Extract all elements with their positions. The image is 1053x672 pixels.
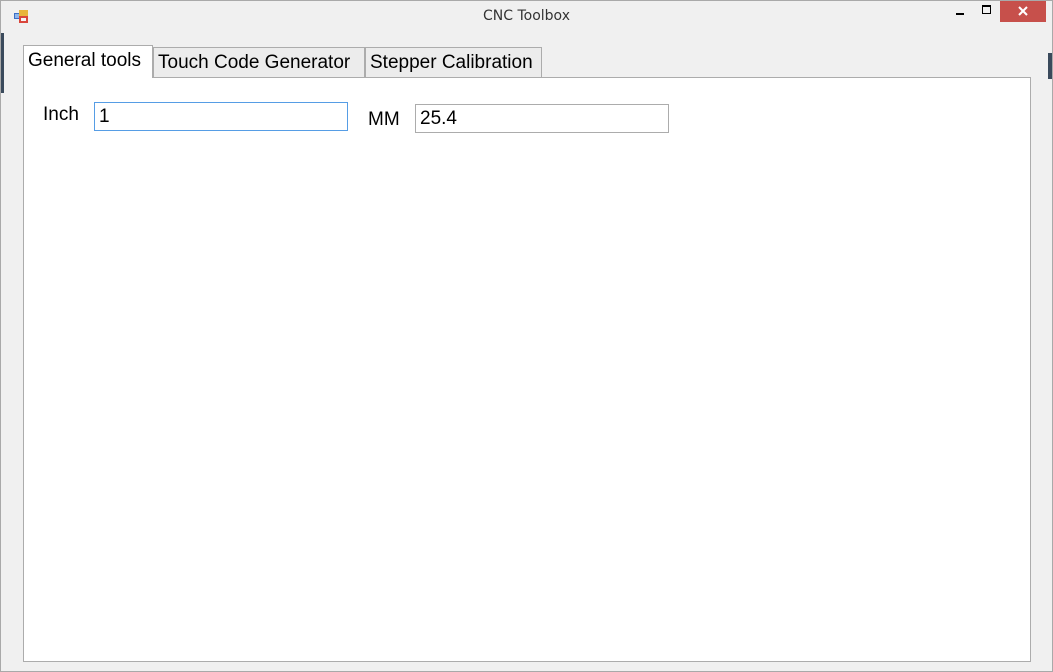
maximize-icon bbox=[981, 5, 991, 14]
client-area: General tools Touch Code Generator Stepp… bbox=[9, 32, 1045, 665]
close-icon bbox=[1018, 5, 1028, 16]
mm-input[interactable]: 25.4 bbox=[415, 104, 669, 133]
general-tools-panel: Inch 1 MM 25.4 bbox=[23, 77, 1031, 662]
close-button[interactable] bbox=[1000, 1, 1046, 22]
desktop-background bbox=[1048, 53, 1052, 79]
maximize-button[interactable] bbox=[973, 1, 999, 22]
inch-input[interactable]: 1 bbox=[94, 102, 348, 131]
tab-stepper-calibration[interactable]: Stepper Calibration bbox=[365, 47, 542, 77]
tab-general-tools[interactable]: General tools bbox=[23, 45, 153, 78]
minimize-button[interactable] bbox=[946, 1, 974, 22]
minimize-icon bbox=[956, 12, 964, 15]
app-window: CNC Toolbox General tools Touch Code Gen… bbox=[0, 0, 1053, 672]
inch-label: Inch bbox=[43, 104, 79, 125]
tab-touch-code-generator[interactable]: Touch Code Generator bbox=[153, 47, 365, 77]
window-title: CNC Toolbox bbox=[483, 8, 570, 24]
title-bar[interactable]: CNC Toolbox bbox=[1, 1, 1052, 32]
desktop-background bbox=[1, 33, 4, 93]
mm-label: MM bbox=[368, 109, 400, 130]
